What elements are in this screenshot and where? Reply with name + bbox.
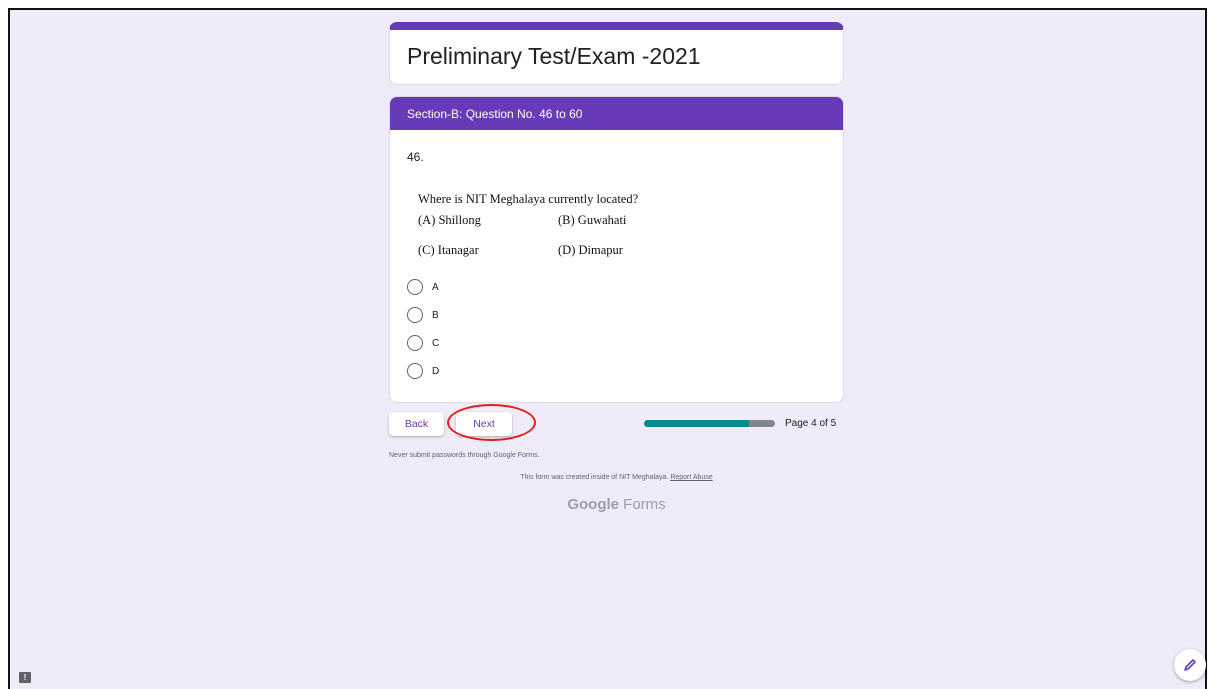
report-icon[interactable]: !	[19, 672, 31, 683]
choice-d[interactable]: D	[407, 361, 439, 381]
radio-a[interactable]	[407, 279, 423, 295]
choice-d-label: D	[432, 365, 440, 377]
question-text: Where is NIT Meghalaya currently located…	[418, 192, 639, 206]
brand-forms: Forms	[623, 496, 666, 513]
progress-fill	[644, 420, 749, 427]
radio-d[interactable]	[407, 363, 423, 379]
choice-b-label: B	[432, 309, 439, 321]
pencil-icon	[1184, 659, 1196, 671]
question-card: Section-B: Question No. 46 to 60 46. Whe…	[389, 96, 844, 403]
highlight-circle	[447, 404, 536, 441]
choice-c[interactable]: C	[407, 333, 439, 353]
google-forms-logo: Google Forms	[389, 496, 844, 513]
section-header: Section-B: Question No. 46 to 60	[390, 97, 843, 130]
created-notice: This form was created inside of NIT Megh…	[389, 474, 844, 481]
back-button[interactable]: Back	[389, 412, 444, 436]
edit-button[interactable]	[1174, 649, 1206, 681]
image-option-a: (A) Shillong	[418, 213, 481, 227]
report-abuse-link[interactable]: Report Abuse	[670, 474, 712, 481]
image-option-b: (B) Guwahati	[558, 213, 627, 227]
form-title: Preliminary Test/Exam -2021	[407, 43, 701, 69]
choice-a-label: A	[432, 281, 439, 293]
image-option-d: (D) Dimapur	[558, 243, 623, 257]
radio-b[interactable]	[407, 307, 423, 323]
choice-a[interactable]: A	[407, 277, 439, 297]
page-indicator: Page 4 of 5	[785, 418, 837, 429]
choice-b[interactable]: B	[407, 305, 439, 325]
radio-c[interactable]	[407, 335, 423, 351]
created-text: This form was created inside of NIT Megh…	[520, 474, 669, 481]
progress-bar	[644, 420, 775, 427]
brand-google: Google	[567, 496, 619, 513]
image-option-c: (C) Itanagar	[418, 243, 479, 257]
title-card: Preliminary Test/Exam -2021	[389, 22, 844, 85]
question-number: 46.	[407, 150, 424, 164]
password-warning: Never submit passwords through Google Fo…	[389, 452, 540, 459]
choice-c-label: C	[432, 337, 440, 349]
